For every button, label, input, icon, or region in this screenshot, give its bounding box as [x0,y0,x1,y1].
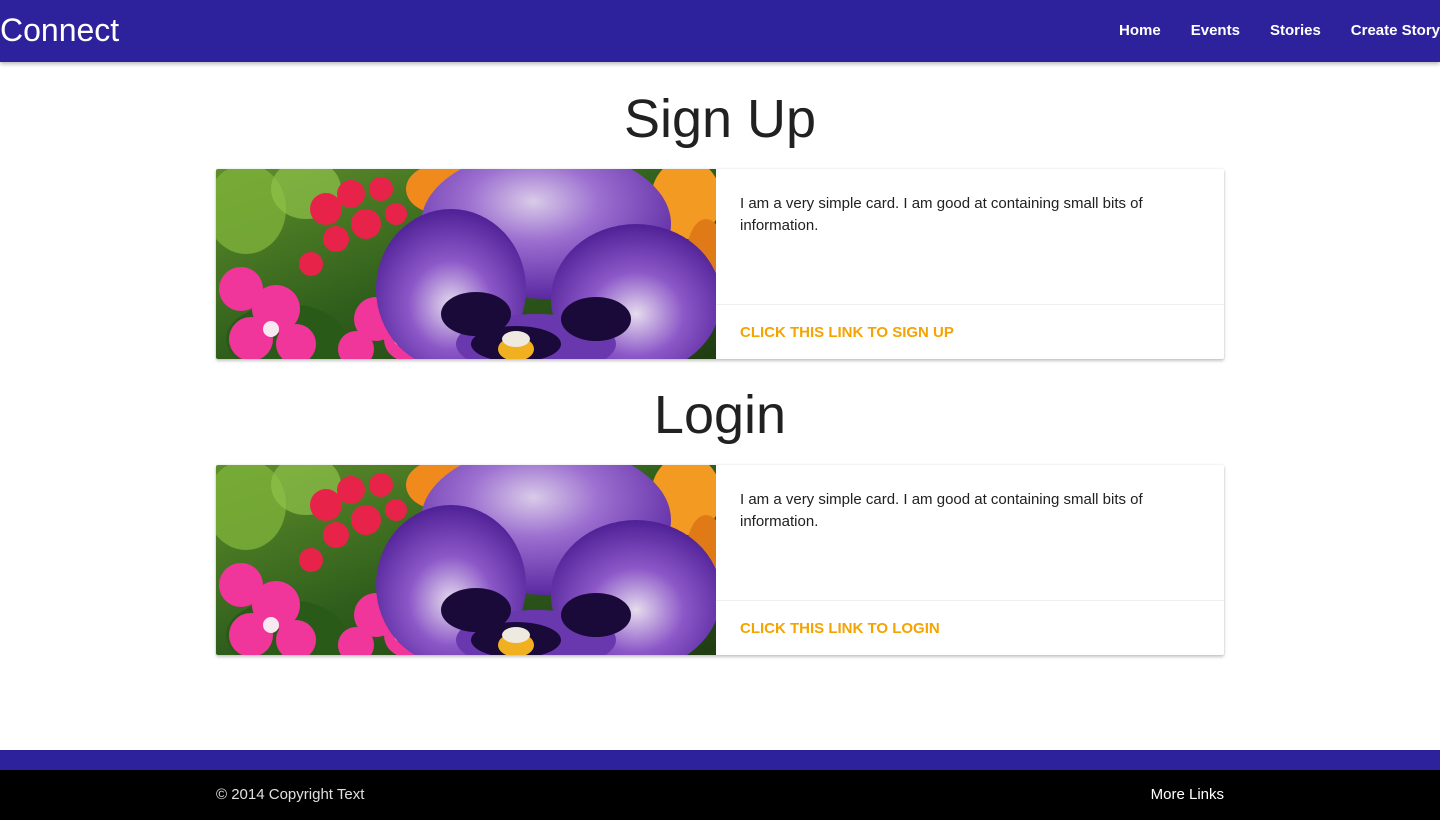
signup-card: I am a very simple card. I am good at co… [216,169,1224,359]
flower-image [216,169,716,359]
card-action: CLICK THIS LINK TO LOGIN [716,600,1224,655]
nav-links: Home Events Stories Create Story [1104,0,1440,62]
footer: © 2014 Copyright Text More Links [0,770,1440,820]
login-link[interactable]: CLICK THIS LINK TO LOGIN [740,620,940,637]
flower-image [216,465,716,655]
nav-link-create-story[interactable]: Create Story [1336,0,1440,62]
nav-link-events[interactable]: Events [1176,0,1255,62]
card-body: I am a very simple card. I am good at co… [716,465,1224,655]
top-navbar: Connect Home Events Stories Create Story [0,0,1440,62]
footer-band [0,750,1440,770]
copyright-text: © 2014 Copyright Text [216,786,365,803]
more-links-link[interactable]: More Links [1151,786,1224,804]
signup-title: Sign Up [623,89,817,149]
login-card: I am a very simple card. I am good at co… [216,465,1224,655]
card-body: I am a very simple card. I am good at co… [716,169,1224,359]
card-text: I am a very simple card. I am good at co… [740,491,1143,530]
brand-logo[interactable]: Connect [0,10,119,50]
card-action: CLICK THIS LINK TO SIGN UP [716,304,1224,359]
nav-link-home[interactable]: Home [1104,0,1176,62]
login-title: Login [653,385,787,445]
signup-link[interactable]: CLICK THIS LINK TO SIGN UP [740,324,954,341]
card-text: I am a very simple card. I am good at co… [740,195,1143,234]
nav-link-stories[interactable]: Stories [1255,0,1336,62]
